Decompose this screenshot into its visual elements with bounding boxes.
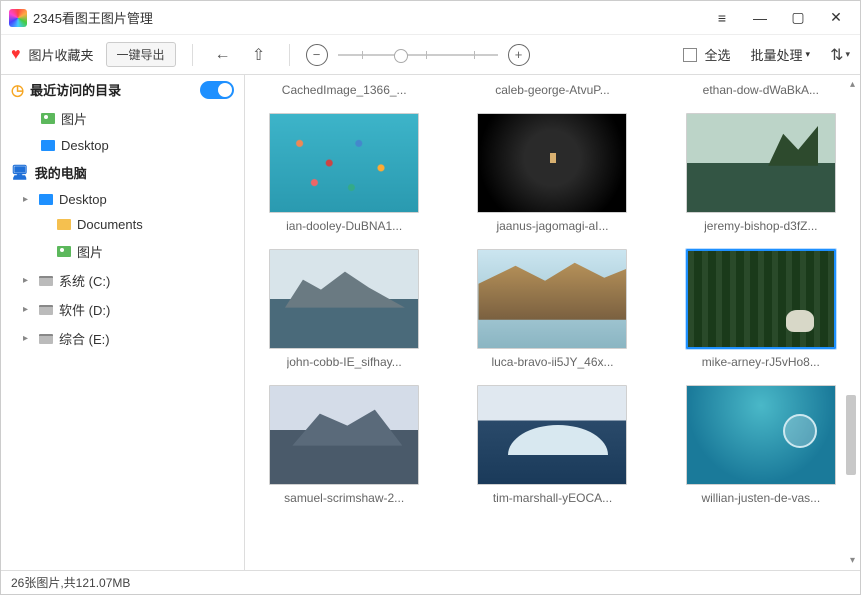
divider [192, 44, 193, 66]
batch-process-button[interactable]: 批量处理▾ [751, 45, 811, 64]
thumbnail-item[interactable]: mike-arney-rJ5vHo8... [672, 249, 850, 369]
sidebar-pc-header[interactable]: 🖥 我的电脑 [1, 158, 244, 187]
expand-icon[interactable]: ▸ [23, 333, 33, 344]
thumbnail[interactable] [686, 385, 836, 485]
zoom-in-button[interactable]: + [508, 44, 530, 66]
thumbnail-item[interactable]: willian-justen-de-vas... [672, 385, 850, 505]
expand-icon[interactable]: ▸ [23, 275, 33, 286]
desktop-icon [41, 140, 55, 151]
filename: tim-marshall-yEOCA... [493, 491, 612, 505]
filename: ethan-dow-dWaBkA... [703, 83, 819, 97]
filename: luca-bravo-ii5JY_46x... [491, 355, 613, 369]
computer-icon: 🖥 [11, 164, 29, 181]
sidebar-item-desktop[interactable]: ▸Desktop [1, 187, 244, 212]
thumbnail-item[interactable]: jeremy-bishop-d3fZ... [672, 113, 850, 233]
thumbnail[interactable] [477, 113, 627, 213]
desk-icon [39, 194, 53, 205]
titlebar: 2345看图王图片管理 ≡ — ▢ ✕ [1, 1, 860, 35]
select-all-label[interactable]: 全选 [705, 45, 731, 64]
select-all-checkbox[interactable] [683, 48, 697, 62]
scrollbar[interactable]: ▴ ▾ [844, 75, 858, 570]
toolbar: ♥ 图片收藏夹 一键导出 ← ⇧ − + 全选 批量处理▾ ⇅▾ [1, 35, 860, 75]
thumbnail-item[interactable]: luca-bravo-ii5JY_46x... [463, 249, 641, 369]
recent-toggle[interactable] [200, 81, 234, 99]
thumbnail[interactable] [269, 113, 419, 213]
menu-icon[interactable]: ≡ [706, 4, 738, 32]
filename: samuel-scrimshaw-2... [284, 491, 404, 505]
maximize-button[interactable]: ▢ [782, 4, 814, 32]
thumbnail[interactable] [686, 113, 836, 213]
thumbnail-item[interactable]: ian-dooley-DuBNA1... [255, 113, 433, 233]
scroll-down-icon[interactable]: ▾ [850, 555, 855, 566]
sidebar: ◷ 最近访问的目录 图片 Desktop 🖥 我的电脑 ▸DesktopDocu… [1, 75, 245, 570]
sidebar-item--e-[interactable]: ▸综合 (E:) [1, 324, 244, 353]
chevron-down-icon: ▾ [845, 49, 850, 60]
heart-icon: ♥ [11, 46, 21, 64]
thumbnail[interactable] [477, 385, 627, 485]
expand-icon[interactable]: ▸ [23, 194, 33, 205]
thumbnail-grid: CachedImage_1366_... caleb-george-AtvuP..… [245, 75, 860, 570]
thumbnail[interactable] [269, 385, 419, 485]
sidebar-item-desktop[interactable]: Desktop [1, 133, 244, 158]
app-icon [9, 9, 27, 27]
window-title: 2345看图王图片管理 [33, 8, 706, 27]
chevron-down-icon: ▾ [806, 49, 811, 60]
export-button[interactable]: 一键导出 [106, 42, 176, 67]
clock-icon: ◷ [11, 81, 24, 99]
filename: willian-justen-de-vas... [701, 491, 820, 505]
filename: CachedImage_1366_... [282, 83, 407, 97]
thumbnail[interactable] [269, 249, 419, 349]
sidebar-item-pictures[interactable]: 图片 [1, 104, 244, 133]
zoom-slider[interactable] [338, 54, 498, 56]
app-window: 2345看图王图片管理 ≡ — ▢ ✕ ♥ 图片收藏夹 一键导出 ← ⇧ − +… [0, 0, 861, 595]
folder-icon [57, 219, 71, 230]
scrollbar-thumb[interactable] [846, 395, 856, 475]
sidebar-recent-header[interactable]: ◷ 最近访问的目录 [1, 75, 244, 104]
thumbnail-item[interactable]: tim-marshall-yEOCA... [463, 385, 641, 505]
picture-icon [41, 113, 55, 124]
favorites-label[interactable]: 图片收藏夹 [29, 45, 94, 64]
filename: ian-dooley-DuBNA1... [286, 219, 402, 233]
divider [289, 44, 290, 66]
back-button[interactable]: ← [209, 41, 237, 69]
pic-icon [57, 246, 71, 257]
zoom-out-button[interactable]: − [306, 44, 328, 66]
filename: mike-arney-rJ5vHo8... [702, 355, 820, 369]
sidebar-item-documents[interactable]: Documents [1, 212, 244, 237]
drive-icon [39, 305, 53, 315]
filename: jaanus-jagomagi-aI... [496, 219, 608, 233]
thumbnail-item[interactable]: john-cobb-IE_sifhay... [255, 249, 433, 369]
drive-icon [39, 276, 53, 286]
filename: jeremy-bishop-d3fZ... [704, 219, 817, 233]
thumbnail-item[interactable]: samuel-scrimshaw-2... [255, 385, 433, 505]
sidebar-item--c-[interactable]: ▸系统 (C:) [1, 266, 244, 295]
thumbnail[interactable] [686, 249, 836, 349]
thumbnail-item[interactable]: CachedImage_1366_... [255, 77, 433, 97]
sort-button[interactable]: ⇅▾ [830, 45, 850, 65]
filename: john-cobb-IE_sifhay... [287, 355, 402, 369]
filename: caleb-george-AtvuP... [495, 83, 610, 97]
sidebar-item--d-[interactable]: ▸软件 (D:) [1, 295, 244, 324]
minimize-button[interactable]: — [744, 4, 776, 32]
thumbnail-item[interactable]: jaanus-jagomagi-aI... [463, 113, 641, 233]
sidebar-item-图片[interactable]: 图片 [1, 237, 244, 266]
expand-icon[interactable]: ▸ [23, 304, 33, 315]
up-button[interactable]: ⇧ [245, 41, 273, 69]
drive-icon [39, 334, 53, 344]
status-text: 26张图片,共121.07MB [11, 574, 130, 591]
scroll-up-icon[interactable]: ▴ [850, 79, 855, 90]
thumbnail-item[interactable]: caleb-george-AtvuP... [463, 77, 641, 97]
thumbnail[interactable] [477, 249, 627, 349]
status-bar: 26张图片,共121.07MB [1, 570, 860, 594]
thumbnail-item[interactable]: ethan-dow-dWaBkA... [672, 77, 850, 97]
close-button[interactable]: ✕ [820, 4, 852, 32]
